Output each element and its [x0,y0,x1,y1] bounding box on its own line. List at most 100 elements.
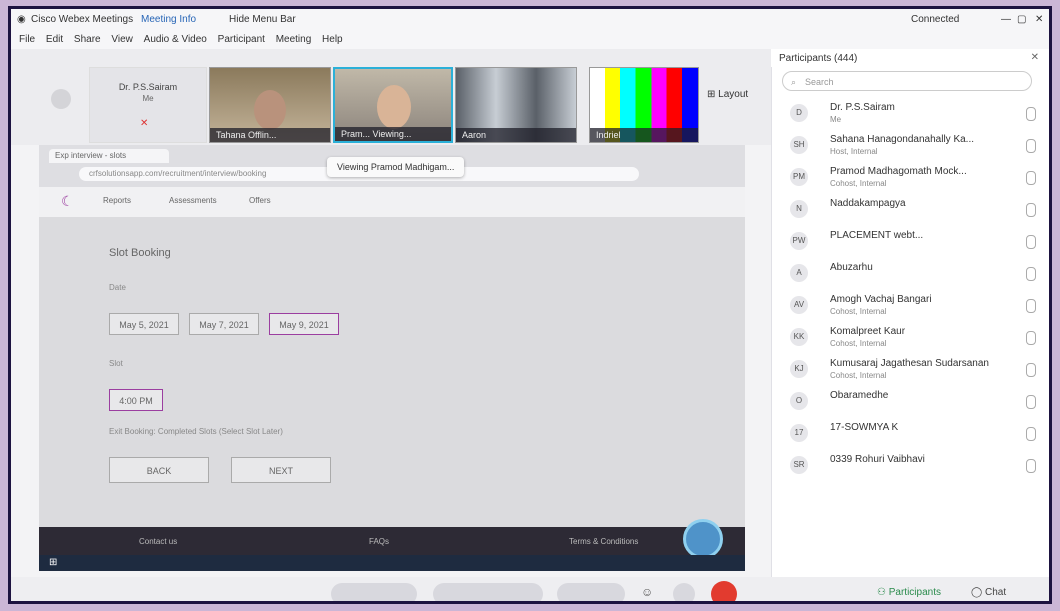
meeting-controls: ☺ ⚇ Participants ◯ Chat [11,577,1049,601]
avatar: O [790,392,808,410]
maximize-icon[interactable]: ▢ [1017,14,1026,25]
slot-option-selected[interactable]: 4:00 PM [109,389,163,411]
person-icon: ⚇ [877,587,886,598]
menu-view[interactable]: View [111,34,133,45]
booking-note: Exit Booking: Completed Slots (Select Sl… [109,427,283,436]
participant-row[interactable]: SH Sahana Hanagondanahally Ka... Host, Int… [772,129,1049,161]
mic-icon[interactable] [1026,299,1036,313]
minimize-icon[interactable]: — [1001,14,1011,25]
webex-logo-icon: ◉ [17,14,26,25]
mic-icon[interactable] [1026,331,1036,345]
panel-close-icon[interactable]: ✕ [1031,52,1039,63]
menu-audio-video[interactable]: Audio & Video [144,34,207,45]
mic-icon[interactable] [1026,235,1036,249]
reactions-icon[interactable]: ☺ [641,585,653,599]
participant-row[interactable]: KK Komalpreet Kaur Cohost, Internal [772,321,1049,353]
menu-help[interactable]: Help [322,34,343,45]
footer-terms[interactable]: Terms & Conditions [569,537,638,546]
date-option-3-selected[interactable]: May 9, 2021 [269,313,339,335]
participant-row[interactable]: A Abuzarhu [772,257,1049,289]
participant-row[interactable]: D Dr. P.S.Sairam Me [772,97,1049,129]
more-options-icon[interactable] [673,583,695,601]
mic-icon[interactable] [1026,267,1036,281]
mute-button[interactable] [331,583,417,601]
mic-icon[interactable] [1026,395,1036,409]
layout-button[interactable]: ⊞ Layout [707,89,748,100]
date-option-1[interactable]: May 5, 2021 [109,313,179,335]
menu-meeting[interactable]: Meeting [276,34,312,45]
participants-button[interactable]: ⚇ Participants [877,587,941,598]
participant-name: Komalpreet Kaur [830,326,906,337]
avatar: 17 [790,424,808,442]
date-option-2[interactable]: May 7, 2021 [189,313,259,335]
avatar: PM [790,168,808,186]
participant-row[interactable]: AV Amogh Vachaj Bangari Cohost, Internal [772,289,1049,321]
avatar: N [790,200,808,218]
mic-icon[interactable] [1026,203,1036,217]
avatar: AV [790,296,808,314]
menu-edit[interactable]: Edit [46,34,63,45]
browser-tab[interactable]: Exp interview - slots [49,149,169,163]
menu-participant[interactable]: Participant [218,34,265,45]
meeting-info-link[interactable]: Meeting Info [141,14,196,25]
participant-name: PLACEMENT webt... [830,230,924,241]
nav-assessments[interactable]: Assessments [169,196,217,205]
hide-menu-link[interactable]: Hide Menu Bar [229,14,296,25]
footer-contact[interactable]: Contact us [139,537,177,546]
share-button[interactable] [557,583,625,601]
participant-row[interactable]: SR 0339 Rohuri Vaibhavi [772,449,1049,481]
leave-meeting-button[interactable] [711,581,737,601]
mic-icon[interactable] [1026,363,1036,377]
video-tile-self[interactable]: Dr. P.S.Sairam Me ✕ [89,67,207,143]
video-button[interactable] [433,583,543,601]
avatar: D [790,104,808,122]
participant-search-input[interactable]: ⌕ Search [782,71,1032,91]
participant-row[interactable]: 17 17-SOWMYA K [772,417,1049,449]
connection-status[interactable]: Connected [911,14,959,25]
mic-icon[interactable] [1026,107,1036,121]
webex-window: ◉ Cisco Webex Meetings Meeting Info Hide… [8,6,1052,604]
tile-caption: Indriel [590,128,698,142]
participant-name: 0339 Rohuri Vaibhavi [830,454,925,465]
menu-share[interactable]: Share [74,34,101,45]
mic-icon[interactable] [1026,427,1036,441]
participant-row[interactable]: N Naddakampagya [772,193,1049,225]
avatar: A [790,264,808,282]
chat-button[interactable]: ◯ Chat [971,587,1006,598]
title-bar: ◉ Cisco Webex Meetings Meeting Info Hide… [11,9,1049,32]
video-tile-pramod[interactable]: Pram... Viewing... [333,67,453,143]
participant-row[interactable]: KJ Kumusaraj Jagathesan Sudarsanan Cohost,… [772,353,1049,385]
avatar: PW [790,232,808,250]
participant-row[interactable]: O Obaramedhe [772,385,1049,417]
mic-icon[interactable] [1026,139,1036,153]
participant-role: Cohost, Internal [830,339,887,348]
tile-sub: Me [142,94,154,103]
video-tile-aaron[interactable]: Aaron [455,67,577,143]
back-button[interactable]: BACK [109,457,209,483]
footer-faqs[interactable]: FAQs [369,537,389,546]
person-figure [254,90,286,130]
booking-page: Slot Booking Date May 5, 2021 May 7, 202… [39,217,745,527]
participant-name: 17-SOWMYA K [830,422,899,433]
participant-row[interactable]: PM Pramod Madhagomath Mock... Cohost, Inte… [772,161,1049,193]
mic-icon[interactable] [1026,459,1036,473]
next-button[interactable]: NEXT [231,457,331,483]
muted-mic-icon: ✕ [140,118,149,129]
chat-bubble-icon[interactable] [683,519,723,559]
menu-file[interactable]: File [19,34,35,45]
windows-start-icon[interactable]: ⊞ [49,557,57,568]
nav-offers[interactable]: Offers [249,196,271,205]
mic-icon[interactable] [1026,171,1036,185]
participant-name: Naddakampagya [830,198,906,209]
slot-label: Slot [109,359,123,368]
nav-reports[interactable]: Reports [103,196,131,205]
tile-name: Dr. P.S.Sairam [118,82,178,92]
participant-row[interactable]: PW PLACEMENT webt... [772,225,1049,257]
app-title: Cisco Webex Meetings [31,14,134,25]
video-strip: Dr. P.S.Sairam Me ✕ Tahana Offlin... Pra… [11,49,771,145]
shared-screen: Exp interview - slots crfsolutionsapp.co… [39,145,745,571]
close-icon[interactable]: ✕ [1035,14,1043,25]
video-tile-indriel[interactable]: Indriel [589,67,699,143]
scroll-left-icon[interactable] [51,89,71,109]
video-tile-tahana[interactable]: Tahana Offlin... [209,67,331,143]
